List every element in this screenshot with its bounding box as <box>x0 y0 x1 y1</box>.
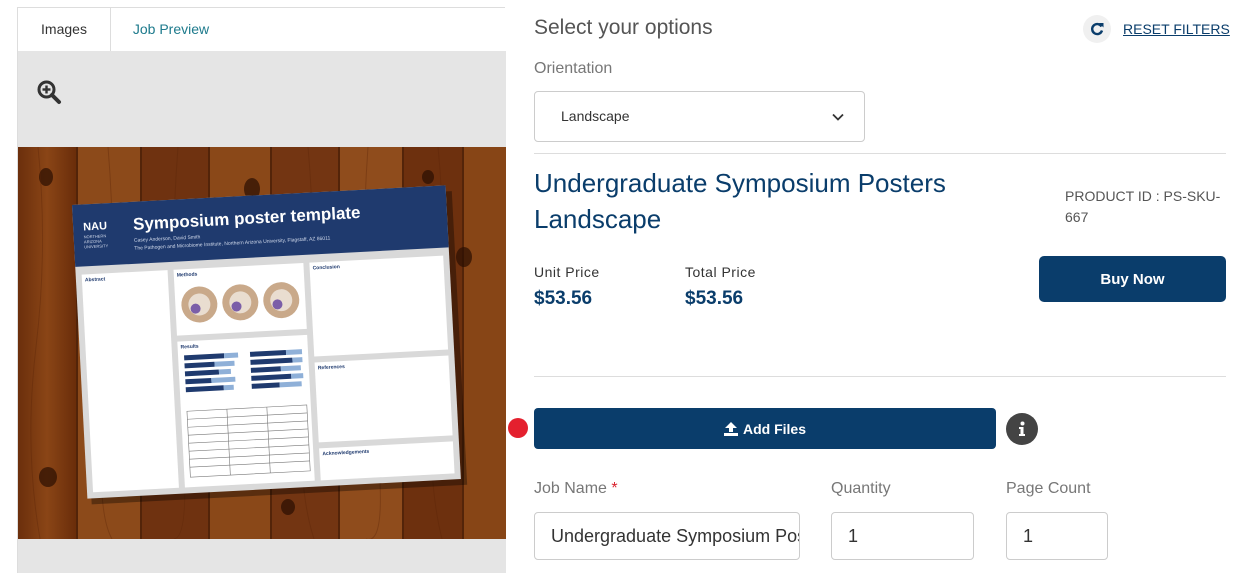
required-marker: * <box>611 480 618 497</box>
job-name-input[interactable]: Undergraduate Symposium Posters Landscap… <box>534 512 800 560</box>
total-price-label: Total Price <box>685 264 756 280</box>
poster-section-results: Results <box>180 344 199 351</box>
upload-icon <box>723 421 738 436</box>
tab-job-preview[interactable]: Job Preview <box>111 8 231 51</box>
unit-price-value: $53.56 <box>534 288 593 309</box>
unit-price-label: Unit Price <box>534 264 600 280</box>
tab-images[interactable]: Images <box>18 8 111 51</box>
orientation-label: Orientation <box>534 60 613 77</box>
job-name-label-text: Job Name <box>534 480 607 497</box>
poster-logo: NAU <box>83 220 107 233</box>
poster-section-methods: Methods <box>177 272 198 279</box>
job-name-label: Job Name * <box>534 480 618 498</box>
divider <box>534 376 1226 377</box>
poster-preview-image: NAU NORTHERN ARIZONA UNIVERSITY Symposiu… <box>18 147 506 539</box>
chevron-down-icon <box>832 113 844 121</box>
preview-footer <box>18 539 506 573</box>
product-id: PRODUCT ID : PS-SKU-667 <box>1065 188 1221 225</box>
divider <box>534 153 1226 154</box>
zoom-in-icon[interactable] <box>36 79 62 105</box>
total-price-value: $53.56 <box>685 288 744 309</box>
preview-panel: Images Job Preview NAU NORTHERN ARIZONA … <box>17 7 506 573</box>
add-files-label: Add Files <box>742 420 806 437</box>
product-title: Undergraduate Symposium Posters Landscap… <box>534 168 946 234</box>
info-icon[interactable] <box>1006 413 1038 445</box>
refresh-icon <box>1083 15 1111 43</box>
page-count-input[interactable]: 1 <box>1006 512 1108 560</box>
page-count-label: Page Count <box>1006 480 1091 497</box>
quantity-input[interactable]: 1 <box>831 512 974 560</box>
add-files-button[interactable]: Add Files <box>534 408 996 449</box>
quantity-label: Quantity <box>831 480 891 497</box>
zoom-bar <box>18 51 506 147</box>
options-heading: Select your options <box>534 16 713 39</box>
status-dot <box>508 418 528 438</box>
orientation-value: Landscape <box>561 108 630 124</box>
preview-tabs: Images Job Preview <box>18 8 506 51</box>
reset-filters-button[interactable]: RESET FILTERS <box>1083 14 1230 44</box>
reset-filters-label: RESET FILTERS <box>1123 21 1230 37</box>
orientation-select[interactable]: Landscape <box>534 91 865 142</box>
poster-section-abstract: Abstract <box>85 276 106 283</box>
buy-now-button[interactable]: Buy Now <box>1039 256 1226 302</box>
